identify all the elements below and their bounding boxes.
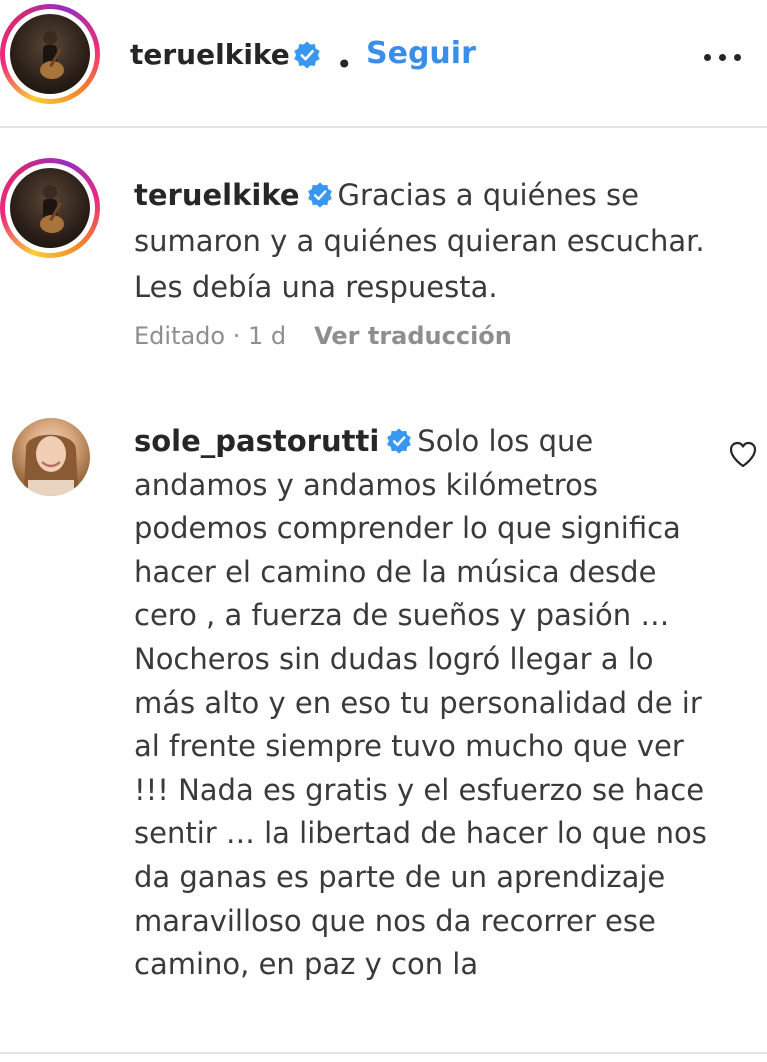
more-options-icon[interactable] bbox=[700, 40, 746, 74]
caption-meta: Editado · 1 d Ver traducción bbox=[134, 322, 512, 350]
commenter-username[interactable]: sole_pastorutti bbox=[134, 424, 379, 458]
separator-dot: • bbox=[336, 48, 353, 81]
verified-badge-icon bbox=[307, 182, 332, 208]
caption-avatar-story-ring[interactable] bbox=[0, 158, 100, 258]
divider bbox=[0, 1052, 767, 1054]
verified-badge-icon bbox=[387, 428, 412, 454]
like-comment-heart-icon[interactable] bbox=[728, 440, 758, 468]
avatar bbox=[10, 14, 90, 94]
comment-body: sole_pastorutti Solo los que andamos y an… bbox=[134, 420, 714, 987]
caption-username[interactable]: teruelkike bbox=[134, 178, 300, 212]
caption-body: teruelkike Gracias a quiénes se sumaron y… bbox=[134, 172, 724, 310]
commenter-avatar[interactable] bbox=[12, 418, 90, 496]
profile-avatar-story-ring[interactable] bbox=[0, 4, 100, 104]
post-header: teruelkike • Seguir bbox=[0, 0, 767, 128]
avatar bbox=[10, 168, 90, 248]
avatar-photo-icon bbox=[40, 185, 64, 233]
caption-edited-time: Editado · 1 d bbox=[134, 322, 287, 350]
avatar-photo-icon bbox=[40, 31, 64, 79]
see-translation-link[interactable]: Ver traducción bbox=[314, 322, 512, 350]
verified-badge-icon bbox=[294, 41, 320, 69]
header-username[interactable]: teruelkike bbox=[130, 38, 290, 71]
follow-button[interactable]: Seguir bbox=[366, 36, 476, 71]
avatar-photo-icon bbox=[24, 434, 78, 496]
comment-text: Solo los que andamos y andamos kilómetro… bbox=[134, 424, 707, 982]
